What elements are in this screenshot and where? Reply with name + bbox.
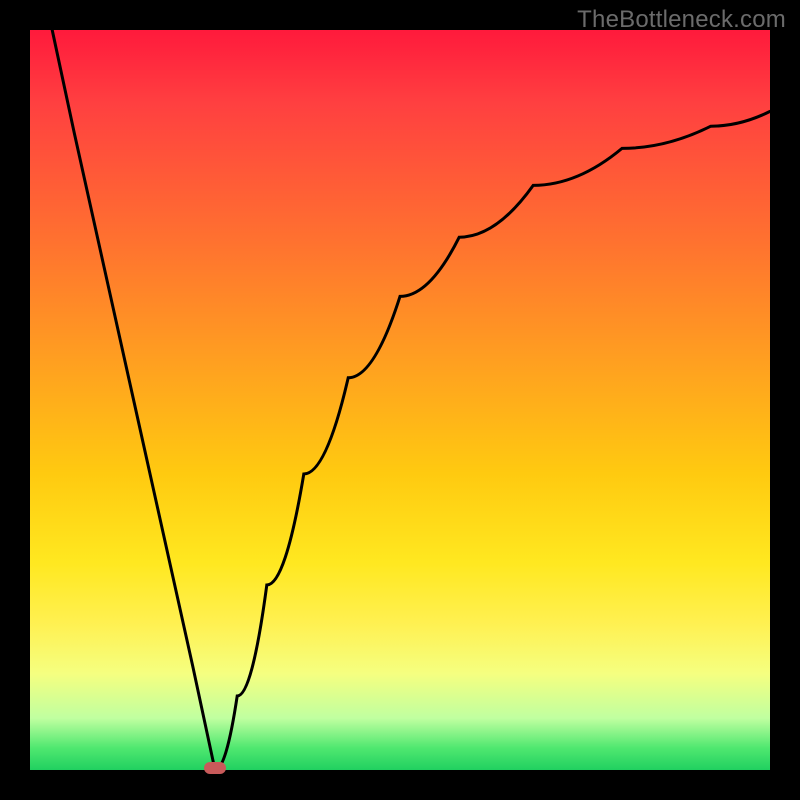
chart-frame: TheBottleneck.com [0,0,800,800]
plot-area [30,30,770,770]
curve-right-branch [215,111,770,770]
curve-left-branch [52,30,215,770]
bottleneck-curve [30,30,770,770]
minimum-marker [204,762,226,774]
